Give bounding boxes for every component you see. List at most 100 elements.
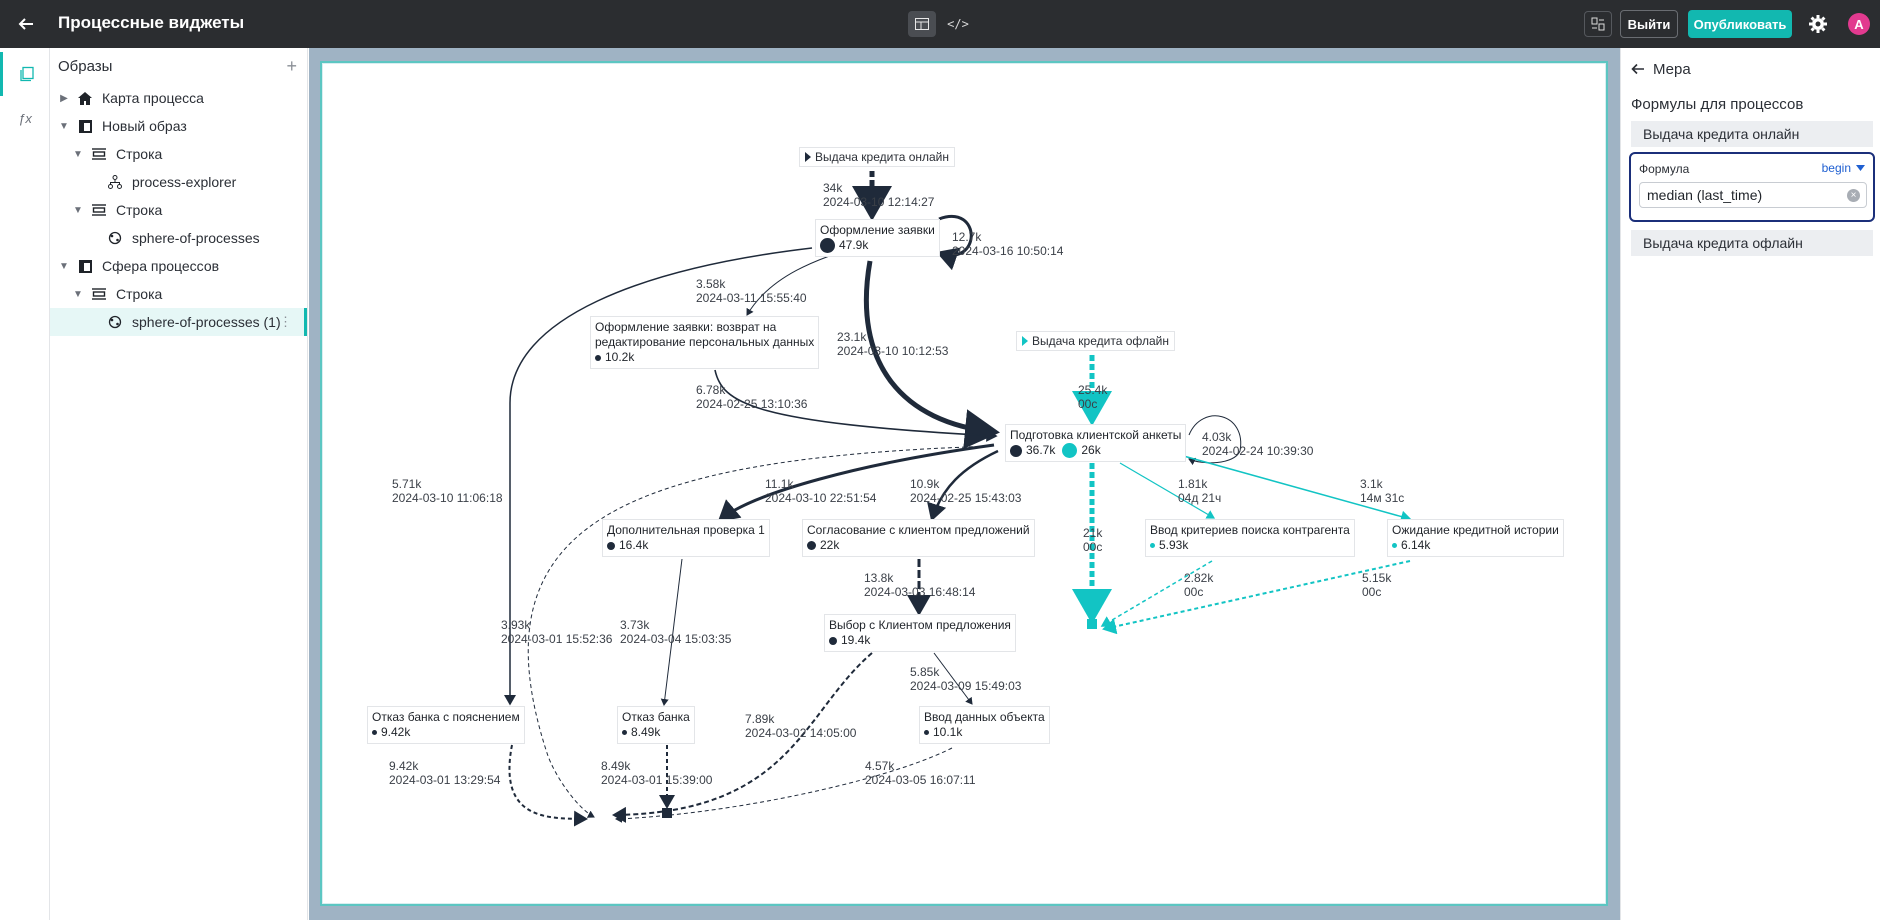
count-dot: [807, 541, 816, 550]
clear-icon[interactable]: ×: [1847, 189, 1860, 202]
node-count: 9.42k: [381, 725, 411, 739]
tree-item-label: Сфера процессов: [102, 258, 220, 274]
avatar[interactable]: A: [1848, 13, 1870, 35]
caret-down-icon[interactable]: ▼: [72, 289, 84, 300]
tree-item-sphere-of-processes[interactable]: sphere-of-processes: [50, 224, 307, 252]
process-formula-item[interactable]: Выдача кредита онлайн: [1631, 121, 1873, 147]
edge-label: 9.42k 2024-03-01 13:29:54: [389, 759, 501, 787]
node-label: Оформление заявки: возврат на: [595, 320, 777, 334]
process-node[interactable]: Отказ банка 8.49k: [617, 706, 695, 744]
process-node[interactable]: Ввод критериев поиска контрагента 5.93k: [1145, 519, 1355, 557]
tree-item-row[interactable]: ▼ Строка: [50, 280, 307, 308]
edge-label: 4.57k 2024-03-05 16:07:11: [865, 759, 976, 787]
caret-down-icon[interactable]: ▼: [72, 149, 84, 160]
formula-type-value: begin: [1821, 161, 1851, 175]
measure-panel-title: Мера: [1653, 60, 1691, 78]
layout-view-button[interactable]: [908, 11, 936, 37]
measure-panel-header[interactable]: Мера: [1631, 58, 1691, 80]
tree-item-label: Новый образ: [102, 118, 187, 134]
edge-n9-end: [508, 744, 588, 827]
start-node-label: Выдача кредита офлайн: [1032, 334, 1169, 348]
node-count: 22k: [820, 538, 840, 552]
edge-label: 11.1k 2024-03-10 22:51:54: [765, 477, 877, 505]
edge-label: 2.82k 00с: [1184, 571, 1214, 599]
arrow-left-icon[interactable]: [1631, 62, 1645, 76]
count-dot: [1010, 444, 1022, 457]
process-node[interactable]: Согласование с клиентом предложений 22k: [802, 519, 1035, 557]
edge-label: 21k 00с: [1083, 526, 1103, 554]
process-formula-item[interactable]: Выдача кредита офлайн: [1631, 230, 1873, 256]
node-count: 5.93k: [1159, 538, 1189, 552]
tree-item-row[interactable]: ▼ Строка: [50, 196, 307, 224]
caret-down-icon[interactable]: ▼: [58, 261, 70, 272]
formula-editor: Формула begin median (last_time) ×: [1629, 152, 1875, 222]
node-label: редактирование персональных данных: [595, 335, 815, 349]
count-dot-teal: [1150, 543, 1155, 548]
start-node-online[interactable]: Выдача кредита онлайн: [799, 147, 956, 167]
process-node[interactable]: Ожидание кредитной истории 6.14k: [1387, 519, 1564, 557]
caret-down-icon[interactable]: ▼: [72, 205, 84, 216]
caret-right-icon[interactable]: ▶: [58, 93, 70, 104]
edge-label: 23.1k 2024-03-10 10:12:53: [837, 330, 949, 358]
tree-item-sphere-processes[interactable]: ▼ Сфера процессов: [50, 252, 307, 280]
play-icon: [805, 152, 811, 162]
tree-item-process-map[interactable]: ▶ Карта процесса: [50, 84, 307, 112]
top-bar: Процессные виджеты </> Выйти Опубликоват…: [0, 0, 1880, 48]
rail-formulas[interactable]: ƒx: [0, 96, 50, 140]
arrow-left-icon: [18, 18, 33, 30]
node-count: 36.7k: [1026, 443, 1056, 457]
node-label: Ввод данных объекта: [924, 710, 1045, 724]
edge-label: 10.9k 2024-02-25 15:43:03: [910, 477, 1022, 505]
count-dot: [622, 730, 627, 735]
widget-frame[interactable]: Выдача кредита онлайн Выдача кредита офл…: [320, 61, 1608, 906]
back-button[interactable]: [12, 10, 40, 38]
formula-label: Формула: [1639, 162, 1690, 176]
edge-label: 8.49k 2024-03-01 15:39:00: [601, 759, 713, 787]
tree-item-sphere-of-processes-1[interactable]: sphere-of-processes (1) ⋮: [50, 308, 307, 336]
caret-down-icon[interactable]: ▼: [58, 121, 70, 132]
node-label: Дополнительная проверка 1: [607, 523, 765, 537]
node-label: Выбор с Клиентом предложения: [829, 618, 1011, 632]
pages-icon: [19, 66, 34, 82]
formula-input[interactable]: median (last_time) ×: [1639, 182, 1867, 208]
process-node[interactable]: Ввод данных объекта 10.1k: [919, 706, 1050, 744]
node-label: Подготовка клиентской анкеты: [1010, 428, 1182, 442]
settings-button[interactable]: [1806, 12, 1830, 36]
edge-label: 4.03k 2024-02-24 10:39:30: [1202, 430, 1314, 458]
page-layout-icon: [76, 257, 94, 275]
process-node[interactable]: Дополнительная проверка 1 16.4k: [602, 519, 770, 557]
node-label: Отказ банка с пояснением: [372, 710, 520, 724]
start-node-offline[interactable]: Выдача кредита офлайн: [1016, 331, 1175, 351]
process-node[interactable]: Отказ банка с пояснением 9.42k: [367, 706, 525, 744]
tree-item-new-image[interactable]: ▼ Новый образ: [50, 112, 307, 140]
process-node[interactable]: Выбор с Клиентом предложения 19.4k: [824, 614, 1016, 652]
tree-item-process-explorer[interactable]: process-explorer: [50, 168, 307, 196]
chevron-down-icon: [1856, 165, 1865, 171]
home-icon: [76, 89, 94, 107]
node-count: 19.4k: [841, 633, 871, 647]
process-node[interactable]: Оформление заявки: возврат на редактиров…: [590, 316, 820, 369]
tree-item-label: sphere-of-processes: [132, 230, 260, 246]
edge-label: 3.93k 2024-03-01 15:52:36: [501, 618, 613, 646]
formula-type-select[interactable]: begin: [1822, 161, 1865, 175]
count-dot: [607, 541, 615, 550]
more-vertical-icon[interactable]: ⋮: [279, 314, 292, 330]
edge-label: 5.15k 00с: [1362, 571, 1392, 599]
start-node-label: Выдача кредита онлайн: [815, 150, 950, 164]
rail-pages[interactable]: [0, 52, 50, 96]
widgets-button[interactable]: [1584, 11, 1612, 37]
exit-button[interactable]: Выйти: [1620, 10, 1678, 38]
publish-button[interactable]: Опубликовать: [1688, 10, 1792, 38]
count-dot-teal: [1062, 443, 1078, 458]
edge-label: 13.8k 2024-03-03 16:48:14: [864, 571, 976, 599]
process-node[interactable]: Подготовка клиентской анкеты 36.7k 26k: [1005, 424, 1187, 462]
node-label: Ввод критериев поиска контрагента: [1150, 523, 1350, 537]
code-view-button[interactable]: </>: [944, 11, 972, 37]
tree-item-label: process-explorer: [132, 174, 237, 190]
images-panel-title: Образы: [58, 57, 113, 75]
row-icon: [90, 201, 108, 219]
process-node[interactable]: Оформление заявки 47.9k: [815, 219, 940, 257]
tree-item-row[interactable]: ▼ Строка: [50, 140, 307, 168]
add-image-button[interactable]: +: [286, 56, 297, 77]
node-count: 47.9k: [839, 238, 869, 252]
